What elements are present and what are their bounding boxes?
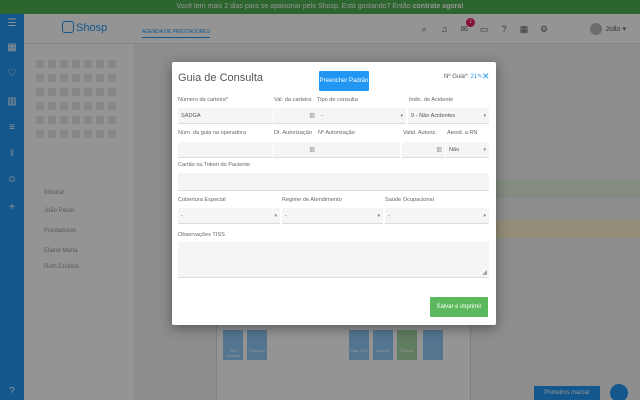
care-regime-label: Regime de Atendimento bbox=[282, 197, 342, 203]
patient-token-label: Cartão ou Token do Paciente bbox=[178, 162, 251, 168]
chevron-down-icon: ▾ bbox=[483, 113, 486, 119]
auth-validity-input[interactable]: ▥ bbox=[402, 142, 445, 158]
special-coverage-value: - bbox=[181, 213, 183, 219]
chevron-down-icon: ▾ bbox=[274, 213, 277, 219]
tiss-notes-textarea[interactable]: ◢ bbox=[178, 242, 489, 278]
operator-guide-number-label: Núm. da guia na operadora bbox=[178, 130, 247, 136]
special-coverage-label: Cobertura Especial bbox=[178, 197, 226, 203]
newborn-care-value: Não bbox=[449, 147, 460, 153]
save-print-button[interactable]: Salvar e imprimir bbox=[430, 297, 488, 317]
card-validity-input[interactable]: ▥ bbox=[274, 108, 318, 124]
accident-indicator-label: Indic. de Acidente bbox=[409, 97, 454, 103]
guia-number: Nº Guia*: 21✎ bbox=[444, 73, 482, 80]
accident-indicator-select[interactable]: 9 - Não Acidentes ▾ bbox=[408, 108, 489, 124]
chevron-down-icon: ▾ bbox=[483, 147, 486, 153]
auth-date-input[interactable]: ▥ bbox=[274, 142, 318, 158]
close-icon[interactable]: ✕ bbox=[482, 71, 490, 82]
modal-title: Guia de Consulta bbox=[178, 72, 263, 84]
resize-handle-icon[interactable]: ◢ bbox=[482, 269, 487, 276]
auth-validity-label: Valid. Autoriz. bbox=[403, 130, 437, 136]
newborn-care-select[interactable]: Não ▾ bbox=[446, 142, 489, 158]
chevron-down-icon: ▾ bbox=[400, 113, 403, 119]
calendar-icon[interactable]: ▥ bbox=[436, 142, 442, 158]
auth-number-label: Nº Autorização bbox=[318, 130, 355, 136]
consultation-type-value: - bbox=[321, 113, 323, 119]
occupational-health-value: - bbox=[388, 213, 390, 219]
patient-token-input[interactable] bbox=[178, 173, 489, 191]
occupational-health-select[interactable]: - ▾ bbox=[385, 208, 489, 224]
guia-consulta-modal: Guia de Consulta Preencher Padrão Nº Gui… bbox=[172, 62, 496, 325]
tiss-notes-label: Observações TISS bbox=[178, 232, 225, 238]
care-regime-select[interactable]: - ▾ bbox=[282, 208, 383, 224]
auth-date-label: Dt. Autorização bbox=[274, 130, 312, 136]
card-validity-label: Val. da carteira bbox=[274, 97, 312, 103]
calendar-icon[interactable]: ▥ bbox=[309, 142, 315, 158]
guia-number-label: Nº Guia*: bbox=[444, 74, 469, 80]
care-regime-value: - bbox=[285, 213, 287, 219]
consultation-type-select[interactable]: - ▾ bbox=[318, 108, 406, 124]
card-number-label: Número da carteira* bbox=[178, 97, 229, 103]
auth-number-input[interactable] bbox=[318, 142, 400, 158]
chevron-down-icon: ▾ bbox=[483, 213, 486, 219]
calendar-icon[interactable]: ▥ bbox=[309, 108, 315, 124]
operator-guide-number-input[interactable] bbox=[178, 142, 273, 158]
accident-indicator-value: 9 - Não Acidentes bbox=[411, 113, 456, 119]
fill-default-button[interactable]: Preencher Padrão bbox=[319, 71, 369, 91]
occupational-health-label: Saúde Ocupacional bbox=[385, 197, 434, 203]
special-coverage-select[interactable]: - ▾ bbox=[178, 208, 280, 224]
newborn-care-label: Atend. a RN bbox=[447, 130, 478, 136]
consultation-type-label: Tipo de consulta bbox=[317, 97, 358, 103]
card-number-input[interactable]: SADGA bbox=[178, 108, 273, 124]
chevron-down-icon: ▾ bbox=[377, 213, 380, 219]
card-number-value: SADGA bbox=[181, 113, 201, 119]
